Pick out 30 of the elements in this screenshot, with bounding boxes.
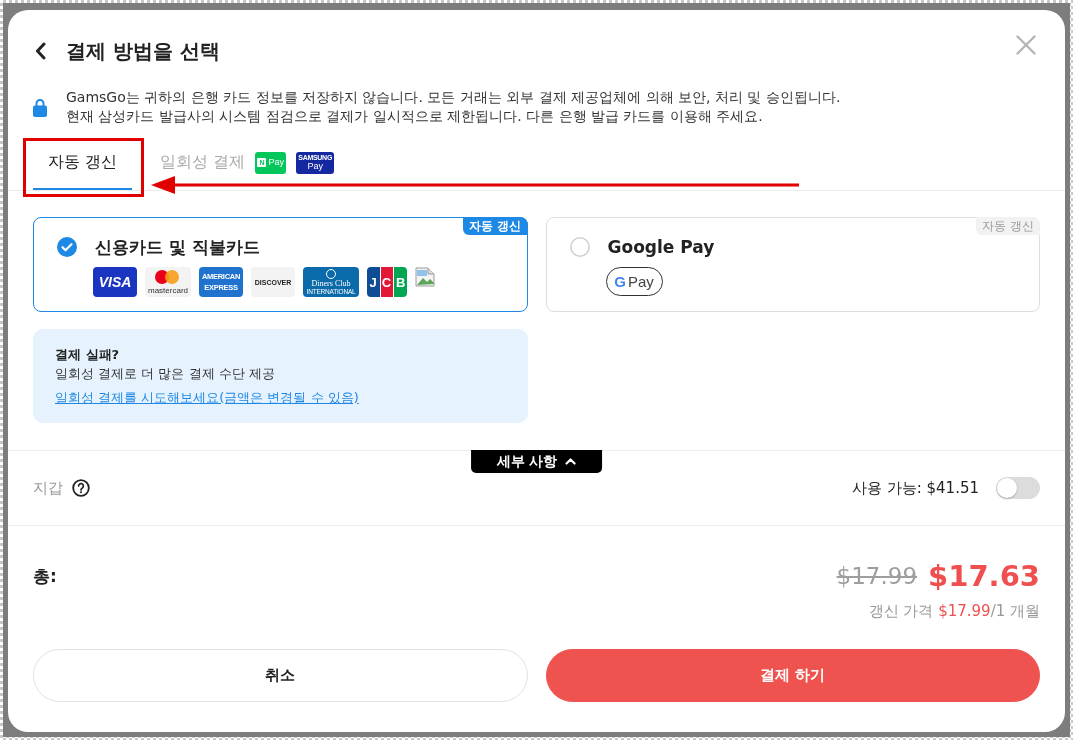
payment-method-title: 신용카드 및 직불카드 [95, 235, 260, 259]
broken-image-icon [415, 267, 435, 287]
chevron-up-icon [565, 458, 577, 465]
auto-renew-badge: 자동 갱신 [463, 217, 528, 235]
mastercard-logo: mastercard [145, 267, 191, 297]
close-button[interactable] [1015, 34, 1037, 56]
payment-method-card[interactable]: 자동 갱신 Google Pay G Pay [545, 217, 1040, 312]
help-text: 일회성 결제로 더 많은 결제 수단 제공 [55, 365, 276, 383]
available-balance: 사용 가능: $41.51 [851, 478, 979, 498]
original-price: $17.99 [836, 563, 918, 589]
total-price: $17.63 [928, 559, 1040, 593]
chevron-left-icon [35, 42, 46, 60]
total-label: 총: [33, 564, 57, 588]
cancel-button[interactable]: 취소 [33, 649, 528, 702]
help-icon [72, 479, 90, 497]
google-pay-logo: G Pay [605, 267, 663, 296]
visa-logo: VISA [93, 267, 137, 297]
dialog-title: 결제 방법을 선택 [66, 38, 220, 65]
notice-text: 현재 삼성카드 발급사의 시스템 점검으로 결제가 일시적으로 제한됩니다. 다른 은행 발급 카드를 이용해 주세요. [66, 107, 764, 126]
renewal-price-text: 갱신 가격 $17.99/1 개월 [868, 601, 1040, 622]
wallet-label: 지갑 [33, 478, 63, 498]
auto-renew-badge: 자동 갱신 [976, 217, 1040, 235]
lock-icon [33, 97, 47, 117]
payment-method-title: Google Pay [607, 237, 715, 257]
wallet-toggle[interactable] [996, 477, 1040, 499]
close-icon [1016, 35, 1036, 55]
tab[interactable]: 자동 갱신 [33, 143, 133, 190]
details-toggle[interactable]: 세부 사항 [470, 450, 603, 473]
notice-text: GamsGo는 귀하의 은행 카드 정보를 저장하지 않습니다. 모든 거래는 외부 결제 제공업체에 의해 보안, 처리 및 승인됩니다. [66, 88, 841, 107]
help-title: 결제 실패? [55, 346, 121, 364]
